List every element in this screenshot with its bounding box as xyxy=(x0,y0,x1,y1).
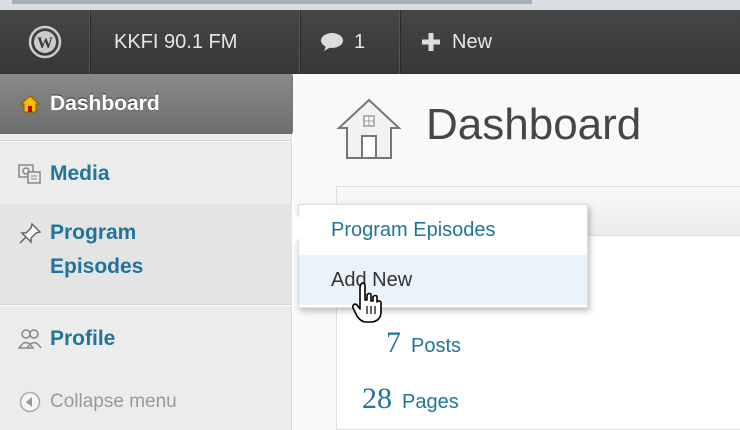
users-icon xyxy=(10,328,50,350)
collapse-icon xyxy=(10,391,50,413)
site-name: KKFI 90.1 FM xyxy=(114,30,238,53)
hand-cursor-icon xyxy=(352,282,382,329)
svg-text:W: W xyxy=(37,35,53,52)
comments-button[interactable]: 1 xyxy=(300,10,400,74)
new-content-button[interactable]: New xyxy=(400,10,492,74)
house-icon xyxy=(10,94,50,114)
browser-top-strip xyxy=(0,0,740,10)
sidebar-item-label: Profile xyxy=(50,327,116,350)
program-episodes-submenu: Program Episodes Add New xyxy=(298,204,588,308)
wordpress-logo-button[interactable]: W xyxy=(0,10,90,74)
menu-separator xyxy=(0,304,292,306)
posts-label[interactable]: Posts xyxy=(411,335,461,358)
sidebar-item-profile[interactable]: Profile xyxy=(0,310,292,368)
admin-sidebar: Dashboard Media Program Episodes Profile… xyxy=(0,74,292,430)
sidebar-item-label: Program Episodes xyxy=(50,216,143,284)
dashboard-house-icon xyxy=(335,94,403,167)
site-name-link[interactable]: KKFI 90.1 FM xyxy=(90,10,300,74)
stat-posts[interactable]: 7 Posts xyxy=(386,326,461,360)
page-title: Dashboard xyxy=(426,100,642,149)
wordpress-icon: W xyxy=(28,25,61,59)
program-line-2: Episodes xyxy=(50,255,144,278)
media-icon xyxy=(10,163,50,185)
sidebar-item-media[interactable]: Media xyxy=(0,146,292,202)
pages-count[interactable]: 28 xyxy=(362,382,392,416)
comments-count: 1 xyxy=(354,30,366,53)
sidebar-item-dashboard[interactable]: Dashboard xyxy=(0,74,292,134)
sidebar-item-label: Dashboard xyxy=(50,92,160,115)
posts-count[interactable]: 7 xyxy=(386,326,401,360)
admin-bar: W KKFI 90.1 FM 1 New xyxy=(0,10,740,74)
stat-pages[interactable]: 28 Pages xyxy=(362,382,459,416)
submenu-add-new[interactable]: Add New xyxy=(299,255,587,305)
plus-icon xyxy=(422,33,440,51)
flyout-arrow xyxy=(294,212,308,244)
comment-bubble-icon xyxy=(321,33,343,51)
pages-label[interactable]: Pages xyxy=(402,391,459,414)
program-line-1: Program xyxy=(50,221,137,244)
collapse-label: Collapse menu xyxy=(50,391,177,412)
submenu-program-episodes[interactable]: Program Episodes xyxy=(299,205,587,255)
sidebar-item-program-episodes[interactable]: Program Episodes xyxy=(0,204,292,304)
new-label: New xyxy=(452,30,493,53)
pin-icon xyxy=(10,216,50,244)
collapse-menu-button[interactable]: Collapse menu xyxy=(0,374,292,430)
top-strip-bar xyxy=(12,0,532,4)
menu-separator xyxy=(0,140,292,142)
sidebar-item-label: Media xyxy=(50,162,110,185)
